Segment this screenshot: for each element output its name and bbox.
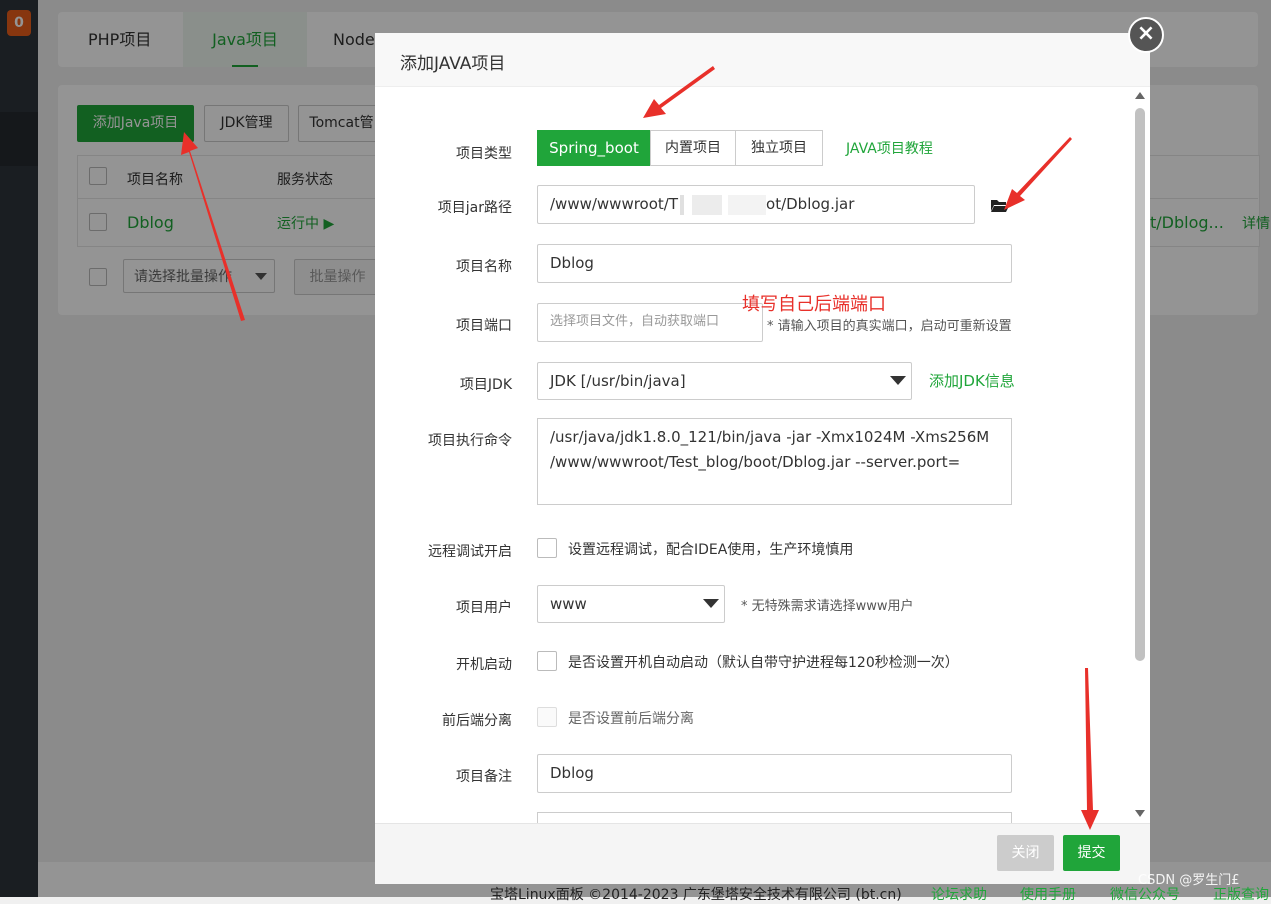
footer-link-manual[interactable]: 使用手册	[1020, 884, 1076, 904]
dialog-header: 添加JAVA项目	[375, 33, 1150, 87]
exec-command-textarea[interactable]: /usr/java/jdk1.8.0_121/bin/java -jar -Xm…	[537, 418, 1012, 505]
java-tutorial-link[interactable]: JAVA项目教程	[846, 138, 933, 158]
add-java-project-dialog: 添加JAVA项目 项目类型 Spring_boot 内置项目 独立项目 JAVA…	[375, 33, 1150, 884]
command-line-2: /www/wwwroot/Test_blog/boot/Dblog.jar --…	[550, 453, 961, 471]
autostart-checkbox[interactable]	[537, 651, 557, 671]
csdn-watermark: CSDN @罗生门£	[1138, 873, 1240, 888]
scrollbar-thumb[interactable]	[1135, 108, 1145, 661]
dialog-footer: 关闭 提交	[375, 823, 1150, 884]
jar-path-input[interactable]: /www/wwwroot/T ot/Dblog.jar	[537, 185, 975, 224]
scroll-up-icon[interactable]	[1135, 92, 1145, 99]
port-hint: * 请输入项目的真实端口，启动可重新设置	[767, 319, 1012, 334]
label-project-type: 项目类型	[456, 146, 512, 162]
close-icon[interactable]: ×	[1128, 17, 1164, 53]
jar-path-suffix: ot/Dblog.jar	[766, 195, 855, 213]
footer-link-forum[interactable]: 论坛求助	[931, 884, 987, 904]
redacted-block	[680, 194, 685, 215]
label-remark: 项目备注	[456, 769, 512, 785]
project-name-input[interactable]: Dblog	[537, 244, 1012, 283]
jdk-select[interactable]: JDK [/usr/bin/java]	[537, 362, 912, 400]
user-select-value: www	[550, 595, 587, 613]
remote-debug-checkbox[interactable]	[537, 538, 557, 558]
autostart-text: 是否设置开机自动启动（默认自带守护进程每120秒检测一次）	[568, 655, 959, 671]
folder-open-icon[interactable]	[990, 197, 1010, 217]
submit-button[interactable]: 提交	[1063, 835, 1120, 871]
label-exec-command: 项目执行命令	[428, 433, 512, 449]
label-autostart: 开机启动	[456, 657, 512, 673]
project-port-input[interactable]: 选择项目文件，自动获取端口	[537, 303, 763, 342]
separation-checkbox[interactable]	[537, 707, 557, 727]
project-user-select[interactable]: www	[537, 585, 725, 623]
command-line-1: /usr/java/jdk1.8.0_121/bin/java -jar -Xm…	[550, 428, 990, 446]
label-remote-debug: 远程调试开启	[428, 544, 512, 560]
jdk-select-value: JDK [/usr/bin/java]	[550, 372, 686, 390]
remote-debug-text: 设置远程调试，配合IDEA使用，生产环境慎用	[568, 542, 854, 558]
chevron-down-icon	[890, 376, 906, 385]
type-option-spring-boot[interactable]: Spring_boot	[537, 130, 651, 166]
label-project-port: 项目端口	[456, 318, 512, 334]
type-option-standalone[interactable]: 独立项目	[735, 130, 823, 166]
next-field-input[interactable]	[537, 812, 1012, 823]
scroll-down-icon[interactable]	[1135, 810, 1145, 817]
dialog-title: 添加JAVA项目	[400, 54, 506, 74]
jar-path-prefix: /www/wwwroot/T	[550, 195, 679, 213]
user-hint: * 无特殊需求请选择www用户	[741, 599, 914, 614]
label-project-name: 项目名称	[456, 259, 512, 275]
redacted-block	[692, 194, 723, 215]
chevron-down-icon	[703, 599, 719, 608]
remark-input[interactable]: Dblog	[537, 754, 1012, 793]
label-separation: 前后端分离	[442, 713, 512, 729]
annotation-port-note: 填写自己后端端口	[742, 294, 886, 315]
separation-text: 是否设置前后端分离	[568, 711, 694, 727]
add-jdk-link[interactable]: 添加JDK信息	[929, 370, 1015, 391]
label-project-user: 项目用户	[456, 600, 512, 616]
label-jar-path: 项目jar路径	[437, 200, 512, 216]
footer-copyright: 宝塔Linux面板 ©2014-2023 广东堡塔安全技术有限公司 (bt.cn…	[490, 887, 902, 903]
close-button[interactable]: 关闭	[997, 835, 1054, 871]
redacted-block	[728, 194, 767, 215]
type-option-builtin[interactable]: 内置项目	[650, 130, 736, 166]
label-project-jdk: 项目JDK	[459, 377, 512, 393]
